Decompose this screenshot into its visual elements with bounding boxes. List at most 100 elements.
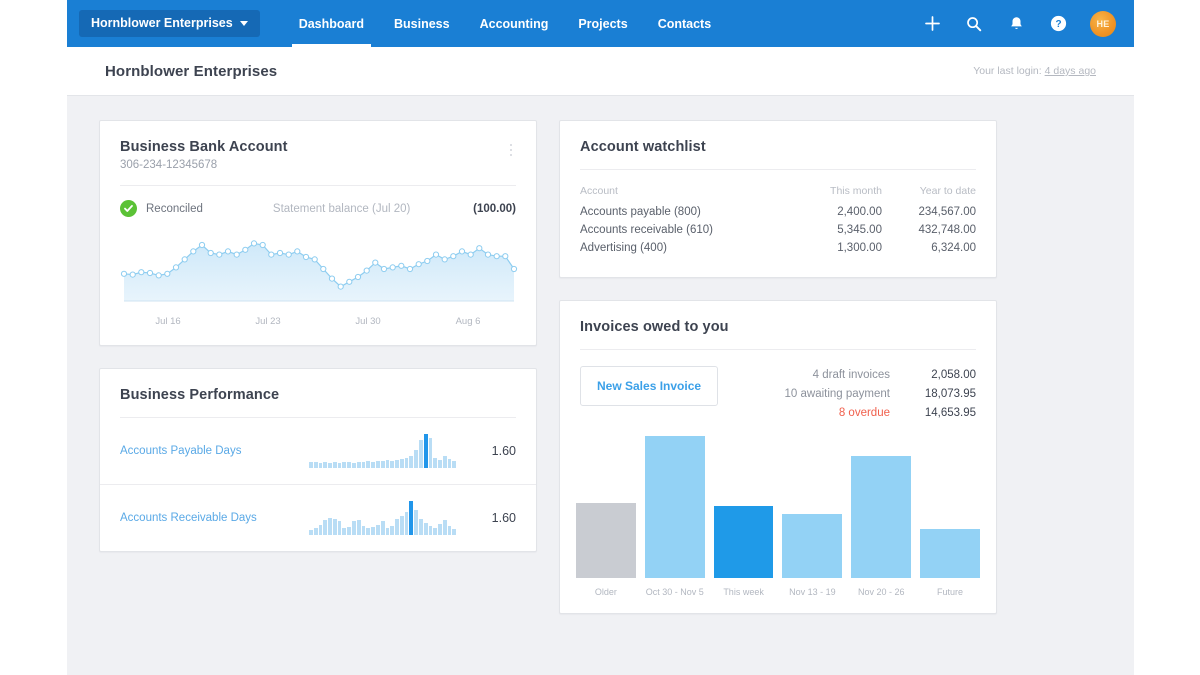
bar-future	[920, 529, 980, 578]
bar-column[interactable]	[851, 433, 911, 578]
sparkline-accounts-payable-days	[309, 434, 456, 468]
invoice-stat-amount: 2,058.00	[890, 366, 976, 385]
business-bank-account-card: Business Bank Account 306-234-12345678 R…	[99, 120, 537, 346]
bar-oct30-nov5	[645, 436, 705, 578]
cell-account: Accounts payable (800)	[580, 203, 797, 221]
reconciled-status: Reconciled	[146, 203, 203, 215]
card-title: Account watchlist	[580, 139, 976, 155]
table-row[interactable]: Accounts receivable (610) 5,345.00 432,7…	[580, 221, 976, 239]
nav-item-label: Dashboard	[299, 17, 364, 31]
performance-value: 1.60	[470, 444, 516, 458]
axis-tick: Nov 13 - 19	[782, 587, 842, 597]
statement-balance-value: (100.00)	[473, 203, 516, 215]
invoice-stats: 4 draft invoices 2,058.00 10 awaiting pa…	[785, 366, 976, 423]
performance-metric-link[interactable]: Accounts Receivable Days	[120, 512, 295, 524]
avatar-initials: HE	[1096, 19, 1109, 29]
bar-column[interactable]	[782, 433, 842, 578]
reconciled-row: Reconciled Statement balance (Jul 20) (1…	[100, 186, 536, 217]
bar-column[interactable]	[714, 433, 774, 578]
card-title: Invoices owed to you	[580, 319, 976, 335]
axis-tick: Aug 6	[418, 316, 518, 327]
nav-item-contacts[interactable]: Contacts	[643, 0, 726, 47]
cell-account: Accounts receivable (610)	[580, 221, 797, 239]
card-title: Business Performance	[120, 387, 516, 403]
card-header: Account watchlist	[560, 121, 996, 155]
column-header-ytd: Year to date	[882, 182, 976, 203]
invoice-stat-amount: 18,073.95	[890, 385, 976, 404]
last-login: Your last login: 4 days ago	[973, 65, 1096, 77]
primary-nav: Dashboard Business Accounting Projects C…	[284, 0, 726, 47]
watchlist-table-wrap: Account This month Year to date Accounts…	[560, 170, 996, 277]
bar-this-week	[714, 506, 774, 579]
check-circle-icon	[120, 200, 137, 217]
invoice-stat-draft[interactable]: 4 draft invoices 2,058.00	[785, 366, 976, 385]
nav-item-dashboard[interactable]: Dashboard	[284, 0, 379, 47]
bell-icon[interactable]	[1006, 14, 1026, 34]
invoice-stat-label: 8 overdue	[839, 404, 890, 423]
invoice-stat-label: 10 awaiting payment	[785, 385, 890, 404]
nav-item-label: Projects	[578, 17, 627, 31]
account-watchlist-card: Account watchlist Account This month Yea…	[559, 120, 997, 278]
nav-item-business[interactable]: Business	[379, 0, 465, 47]
kebab-menu-icon[interactable]	[504, 141, 518, 159]
card-header: Invoices owed to you	[560, 301, 996, 335]
card-header: Business Performance	[100, 369, 536, 403]
column-header-account: Account	[580, 182, 797, 203]
bar-column[interactable]	[920, 433, 980, 578]
search-icon[interactable]	[964, 14, 984, 34]
table-row[interactable]: Accounts payable (800) 2,400.00 234,567.…	[580, 203, 976, 221]
last-login-link[interactable]: 4 days ago	[1045, 65, 1096, 77]
axis-tick: Nov 20 - 26	[851, 587, 911, 597]
app-frame: Hornblower Enterprises Dashboard Busines…	[67, 0, 1134, 675]
new-sales-invoice-button[interactable]: New Sales Invoice	[580, 366, 718, 406]
cell-this-month: 2,400.00	[797, 203, 882, 221]
help-icon[interactable]: ?	[1048, 14, 1068, 34]
bar-nov13-19	[782, 514, 842, 578]
nav-item-label: Business	[394, 17, 450, 31]
plus-icon[interactable]	[922, 14, 942, 34]
top-navbar: Hornblower Enterprises Dashboard Busines…	[67, 0, 1134, 47]
column-header-this-month: This month	[797, 182, 882, 203]
invoice-stat-awaiting[interactable]: 10 awaiting payment 18,073.95	[785, 385, 976, 404]
statement-balance-label: Statement balance (Jul 20)	[273, 203, 410, 215]
axis-tick: This week	[714, 587, 774, 597]
invoice-stat-overdue[interactable]: 8 overdue 14,653.95	[785, 404, 976, 423]
performance-metric-link[interactable]: Accounts Payable Days	[120, 445, 295, 457]
card-title: Business Bank Account	[120, 139, 516, 155]
table-row[interactable]: Advertising (400) 1,300.00 6,324.00	[580, 239, 976, 257]
performance-row: Accounts Payable Days 1.60	[100, 418, 536, 484]
cell-ytd: 432,748.00	[882, 221, 976, 239]
invoice-stat-amount: 14,653.95	[890, 404, 976, 423]
cell-ytd: 234,567.00	[882, 203, 976, 221]
bar-nov20-26	[851, 456, 911, 578]
performance-value: 1.60	[470, 511, 516, 525]
nav-item-accounting[interactable]: Accounting	[465, 0, 564, 47]
watchlist-table: Account This month Year to date Accounts…	[580, 182, 976, 257]
axis-tick: Oct 30 - Nov 5	[645, 587, 705, 597]
org-switcher-button[interactable]: Hornblower Enterprises	[79, 10, 260, 37]
business-performance-card: Business Performance Accounts Payable Da…	[99, 368, 537, 552]
bar-column[interactable]	[645, 433, 705, 578]
invoices-bar-axis: Older Oct 30 - Nov 5 This week Nov 13 - …	[560, 578, 996, 613]
dashboard-content: Business Bank Account 306-234-12345678 R…	[67, 96, 1134, 614]
navbar-actions: ? HE	[922, 11, 1120, 37]
org-switcher-label: Hornblower Enterprises	[91, 16, 233, 30]
axis-tick: Future	[920, 587, 980, 597]
page-subheader: Hornblower Enterprises Your last login: …	[67, 47, 1134, 96]
axis-tick: Jul 16	[118, 316, 218, 327]
right-column: Account watchlist Account This month Yea…	[559, 120, 997, 614]
account-number: 306-234-12345678	[120, 159, 516, 171]
bank-balance-area-chart	[100, 217, 536, 312]
axis-tick: Jul 30	[318, 316, 418, 327]
bar-column[interactable]	[576, 433, 636, 578]
performance-row: Accounts Receivable Days 1.60	[100, 484, 536, 551]
svg-text:?: ?	[1055, 19, 1061, 30]
nav-item-projects[interactable]: Projects	[563, 0, 642, 47]
invoice-stat-label: 4 draft invoices	[813, 366, 890, 385]
cell-this-month: 1,300.00	[797, 239, 882, 257]
card-header: Business Bank Account 306-234-12345678	[100, 121, 536, 171]
axis-tick: Jul 23	[218, 316, 318, 327]
avatar[interactable]: HE	[1090, 11, 1116, 37]
cell-this-month: 5,345.00	[797, 221, 882, 239]
cell-account: Advertising (400)	[580, 239, 797, 257]
